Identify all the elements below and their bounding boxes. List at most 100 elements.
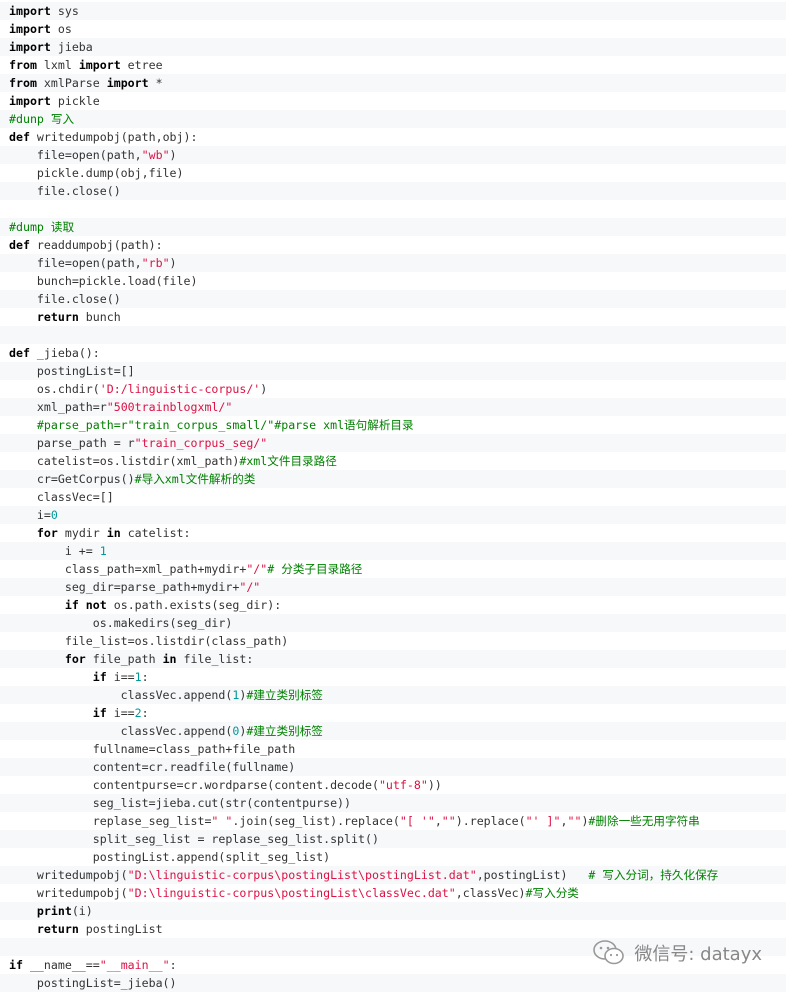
code-line: classVec=[] xyxy=(0,488,786,506)
code-token: "D:\linguistic-corpus\postingList\postin… xyxy=(127,868,477,882)
code-token: # 写入分词，持久化保存 xyxy=(588,868,719,882)
code-token: ) xyxy=(169,148,177,162)
code-token: "/" xyxy=(246,562,268,576)
code-line: class_path=xml_path+mydir+"/"# 分类子目录路径 xyxy=(0,560,786,578)
code-token: mydir xyxy=(57,526,107,540)
code-token: import xyxy=(106,76,149,90)
code-line: catelist=os.listdir(xml_path)#xml文件目录路径 xyxy=(0,452,786,470)
code-token: #parse_path=r"train_corpus_small/"#parse… xyxy=(36,418,414,432)
code-line: import jieba xyxy=(0,38,786,56)
code-line: os.chdir('D:/linguistic-corpus/') xyxy=(0,380,786,398)
code-token: #删除一些无用字符串 xyxy=(588,814,700,828)
code-line: if not os.path.exists(seg_dir): xyxy=(0,596,786,614)
code-token: #dunp 写入 xyxy=(9,112,75,126)
code-token: writedumpobj( xyxy=(9,886,128,900)
code-token: "' ]" xyxy=(525,814,561,828)
code-line: def writedumpobj(path,obj): xyxy=(0,128,786,146)
code-token: #xml文件目录路径 xyxy=(239,454,337,468)
code-token: ) xyxy=(260,382,268,396)
code-token: import xyxy=(9,22,51,36)
code-token: # 分类子目录路径 xyxy=(267,562,363,576)
code-token: "" xyxy=(441,814,456,828)
code-line: for file_path in file_list: xyxy=(0,650,786,668)
code-token: bunch xyxy=(78,310,121,324)
code-line: print(i) xyxy=(0,902,786,920)
code-line: def readdumpobj(path): xyxy=(0,236,786,254)
code-token: print xyxy=(36,904,72,918)
code-token: #写入分类 xyxy=(525,886,579,900)
code-token: #建立类别标签 xyxy=(246,688,323,702)
code-token: for xyxy=(36,526,58,540)
code-token: seg_dir=parse_path+mydir+ xyxy=(9,580,240,594)
code-token: , xyxy=(434,814,442,828)
code-token: contentpurse=cr.wordparse(content.decode… xyxy=(9,778,379,792)
code-line: parse_path = r"train_corpus_seg/" xyxy=(0,434,786,452)
code-token: def xyxy=(9,346,30,360)
code-line: #dump 读取 xyxy=(0,218,786,236)
code-token: 0 xyxy=(50,508,58,522)
code-token: catelist=os.listdir(xml_path) xyxy=(9,454,240,468)
code-line: pickle.dump(obj,file) xyxy=(0,164,786,182)
code-token: if xyxy=(64,598,79,612)
code-token: os.makedirs(seg_dir) xyxy=(9,616,233,630)
code-token: split_seg_list = replase_seg_list.split(… xyxy=(9,832,379,846)
code-token: classVec=[] xyxy=(9,490,114,504)
code-token: from xyxy=(9,58,37,72)
code-line: import sys xyxy=(0,2,786,20)
code-token: etree xyxy=(120,58,163,72)
code-token: 'D:/linguistic-corpus/' xyxy=(99,382,261,396)
code-line: replase_seg_list=" ".join(seg_list).repl… xyxy=(0,812,786,830)
code-token: 1 xyxy=(99,544,107,558)
code-token: : xyxy=(169,958,177,972)
code-line: contentpurse=cr.wordparse(content.decode… xyxy=(0,776,786,794)
code-token: postingList=[] xyxy=(9,364,135,378)
code-token: "utf-8" xyxy=(378,778,428,792)
code-line xyxy=(0,326,786,344)
code-token: #dump 读取 xyxy=(9,220,75,234)
code-token: _jieba(): xyxy=(29,346,100,360)
code-token: )) xyxy=(427,778,442,792)
code-line: file.close() xyxy=(0,182,786,200)
code-token: import xyxy=(78,58,121,72)
code-token: "train_corpus_seg/" xyxy=(134,436,268,450)
code-token: classVec.append( xyxy=(9,724,233,738)
code-token: "500trainblogxml/" xyxy=(106,400,233,414)
code-token: " " xyxy=(211,814,233,828)
code-token: in xyxy=(162,652,177,666)
code-token: def xyxy=(9,130,30,144)
code-token: : xyxy=(141,706,149,720)
code-line: from xmlParse import * xyxy=(0,74,786,92)
code-token: writedumpobj(path,obj): xyxy=(29,130,198,144)
code-token: "[ '" xyxy=(399,814,435,828)
code-line: content=cr.readfile(fullname) xyxy=(0,758,786,776)
code-line: import os xyxy=(0,20,786,38)
code-token: in xyxy=(106,526,121,540)
code-token: xml_path=r xyxy=(9,400,107,414)
code-token: .join(seg_list).replace( xyxy=(232,814,400,828)
code-token: os.chdir( xyxy=(9,382,100,396)
code-token: i== xyxy=(106,670,135,684)
code-token: i += xyxy=(9,544,100,558)
code-token: writedumpobj( xyxy=(9,868,128,882)
code-line: return postingList xyxy=(0,920,786,938)
code-line: cr=GetCorpus()#导入xml文件解析的类 xyxy=(0,470,786,488)
code-token: import xyxy=(9,40,51,54)
code-token: file.close() xyxy=(9,292,121,306)
code-line: postingList=_jieba() xyxy=(0,974,786,992)
code-token: xmlParse xyxy=(36,76,107,90)
code-line: for mydir in catelist: xyxy=(0,524,786,542)
code-line: if i==2: xyxy=(0,704,786,722)
code-token: for xyxy=(64,652,86,666)
code-token: postingList xyxy=(78,922,163,936)
code-token: __name__== xyxy=(22,958,100,972)
code-token: if xyxy=(9,958,23,972)
code-token: readdumpobj(path): xyxy=(29,238,163,252)
